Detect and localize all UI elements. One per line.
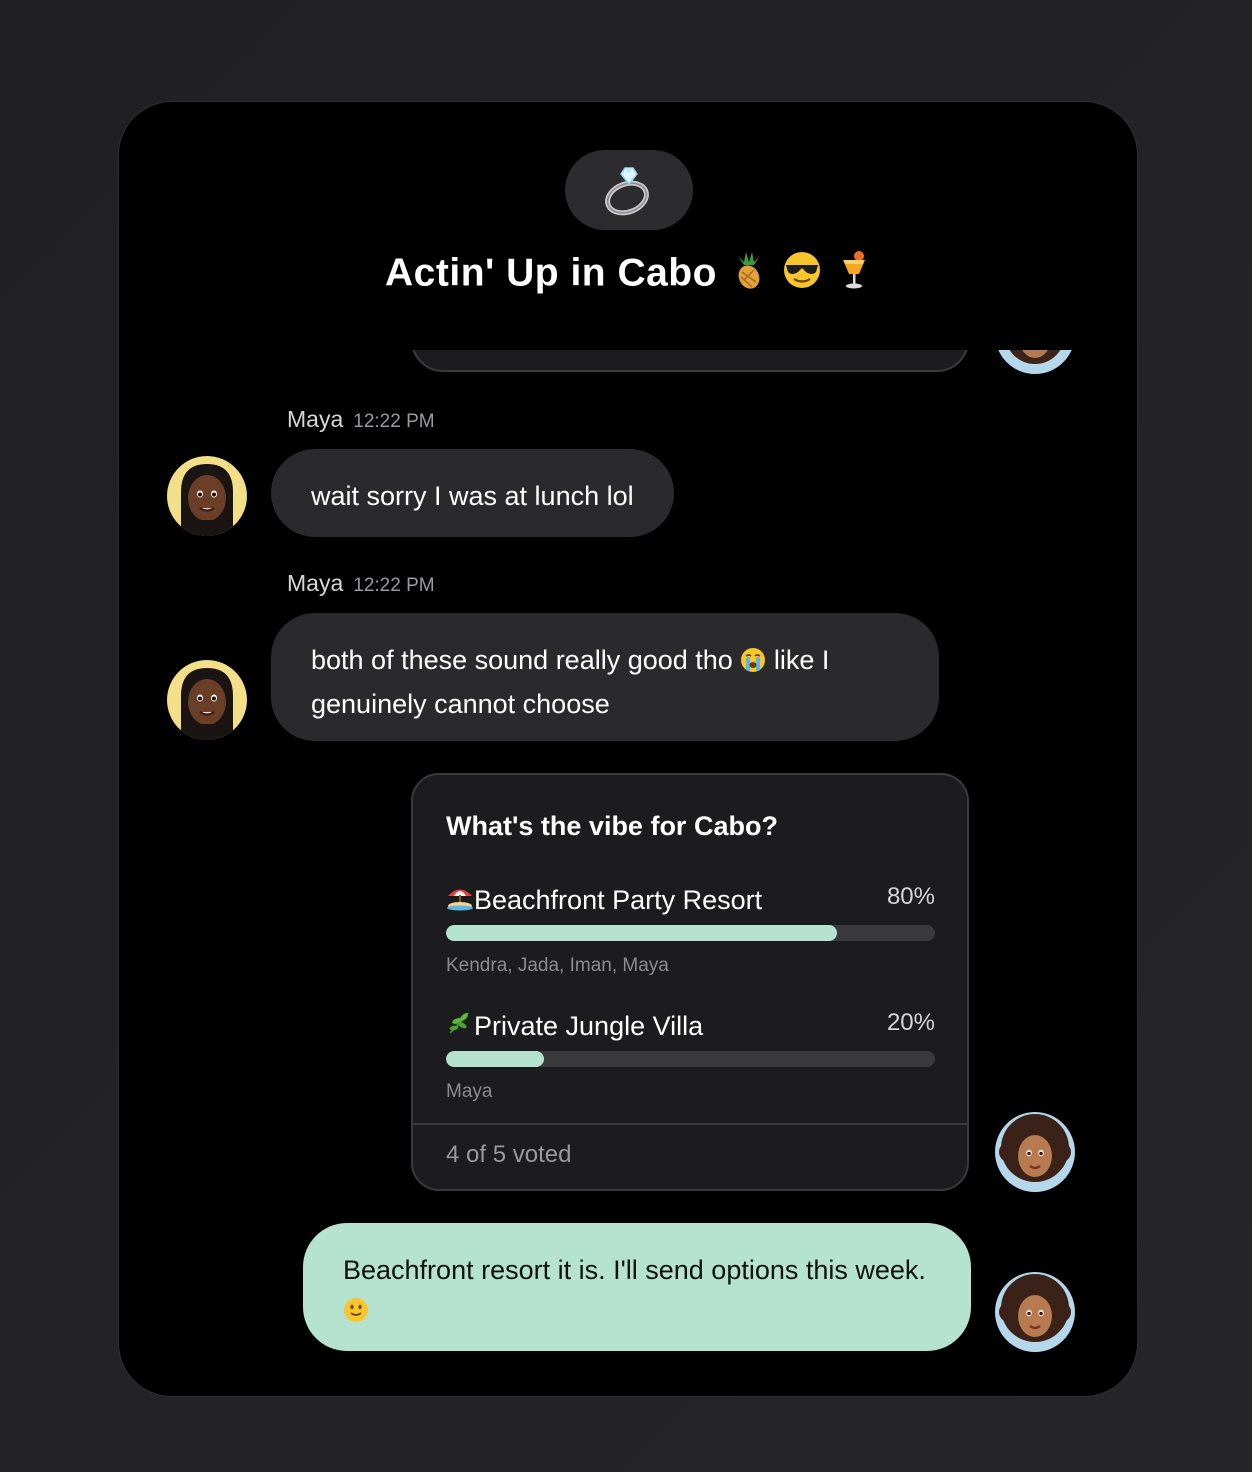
chat-window: Actin' Up in Cabo Maya 12:22 PM wait sor… [118,101,1138,1397]
poll-vote-count: 4 of 5 voted [446,1141,572,1168]
message-meta: Maya 12:22 PM [287,406,435,433]
poll-option-jungle-villa[interactable]: Private Jungle Villa 20% Maya [446,1009,935,1109]
slightly-smiling-face-icon [343,1294,369,1334]
pineapple-icon [732,250,766,300]
previous-message-bubble [411,350,969,372]
avatar[interactable] [995,1272,1075,1352]
poll-progress-bar [446,1051,935,1067]
avatar[interactable] [167,456,247,536]
message-meta: Maya 12:22 PM [287,570,435,597]
poll-progress-bar [446,925,935,941]
sunglasses-face-icon [782,250,822,300]
avatar[interactable] [995,350,1075,374]
chat-title: Actin' Up in Cabo [119,250,1137,300]
avatar[interactable] [167,660,247,740]
memoji-avatar-icon [181,668,233,740]
memoji-avatar-icon [181,464,233,536]
message-text: both of these sound really good tho [311,645,733,675]
group-icon-button[interactable] [565,150,693,230]
poll-voters: Kendra, Jada, Iman, Maya [446,955,669,976]
poll-option-beachfront[interactable]: Beachfront Party Resort 80% Kendra, Jada… [446,883,935,983]
message-text: Beachfront resort it is. I'll send optio… [343,1255,926,1285]
poll-option-label: Beachfront Party Resort [474,885,763,915]
crying-face-icon [740,644,766,684]
memoji-avatar-icon [999,1114,1071,1182]
my-message-bubble[interactable]: Beachfront resort it is. I'll send optio… [303,1223,971,1351]
herb-icon [446,1009,474,1044]
message-list[interactable]: Maya 12:22 PM wait sorry I was at lunch l… [119,350,1137,1396]
poll-option-label: Private Jungle Villa [474,1011,704,1041]
poll-card[interactable]: What's the vibe for Cabo? Beachfront Par… [411,773,969,1191]
memoji-avatar-icon [999,1274,1071,1342]
poll-question: What's the vibe for Cabo? [446,811,778,841]
message-text: wait sorry I was at lunch lol [311,481,634,511]
tropical-drink-icon [837,250,871,300]
poll-option-percent: 80% [886,883,935,910]
poll-divider [413,1123,967,1125]
avatar[interactable] [995,1112,1075,1192]
message-time: 12:22 PM [353,575,435,596]
beach-umbrella-icon [446,883,474,918]
ring-icon [605,167,649,216]
sender-name: Maya [287,570,344,596]
poll-progress-fill [446,925,838,941]
memoji-avatar-icon [1009,350,1061,364]
message-time: 12:22 PM [353,411,435,432]
poll-option-percent: 20% [886,1009,935,1036]
poll-voters: Maya [446,1081,493,1102]
poll-progress-fill [446,1051,544,1067]
sender-name: Maya [287,406,344,432]
message-bubble[interactable]: wait sorry I was at lunch lol [271,449,674,537]
chat-title-text: Actin' Up in Cabo [385,251,717,295]
message-bubble[interactable]: both of these sound really good tho like… [271,613,939,741]
